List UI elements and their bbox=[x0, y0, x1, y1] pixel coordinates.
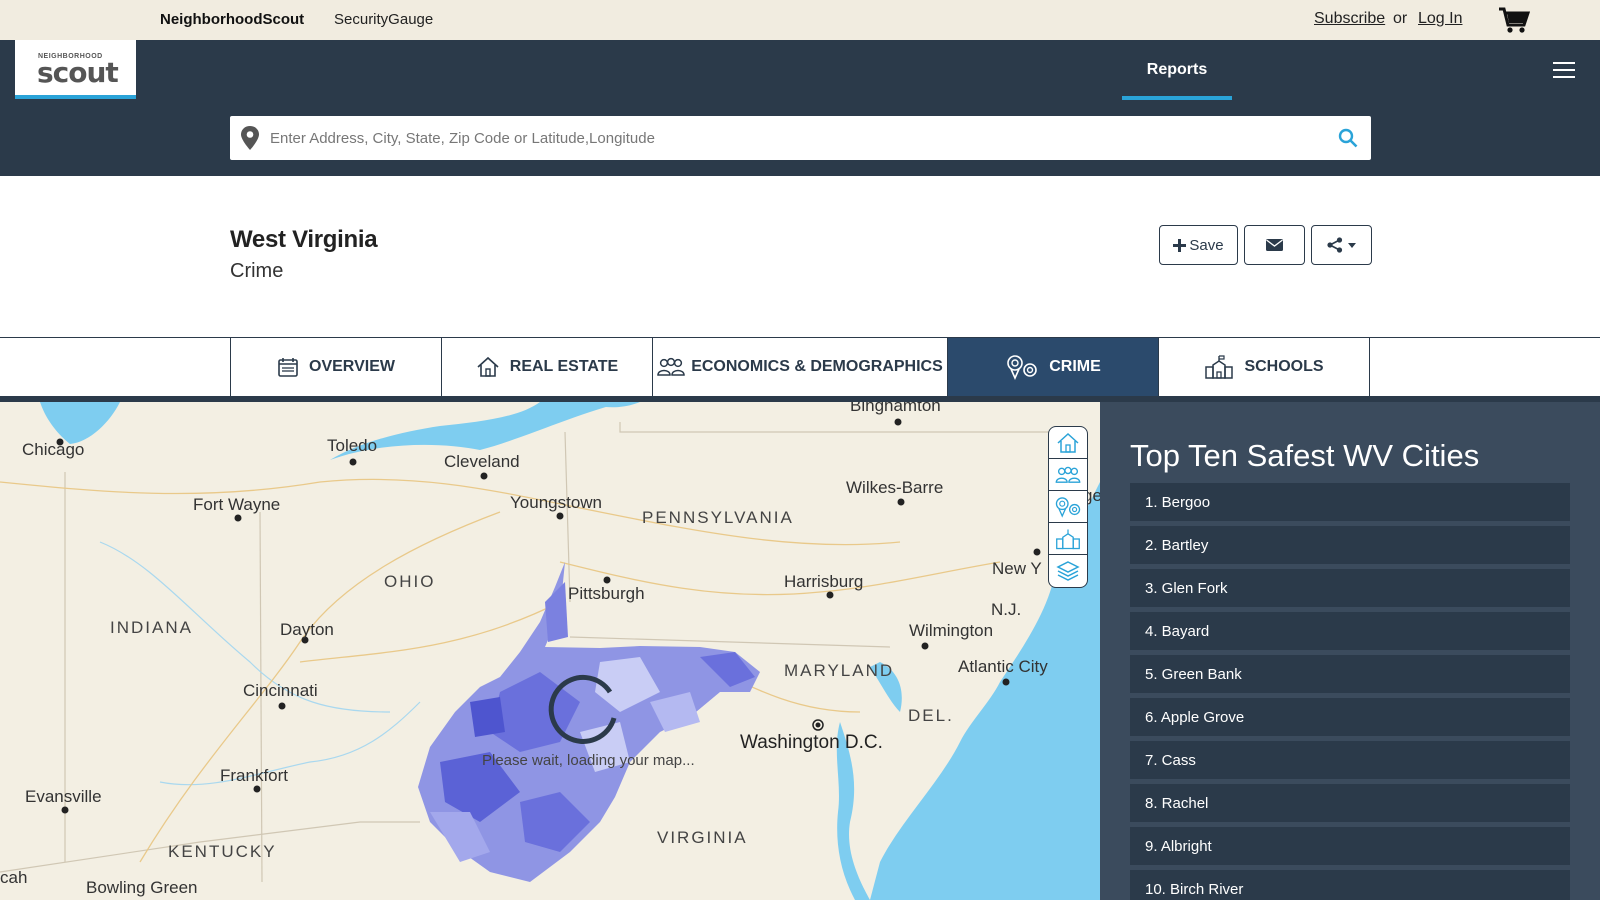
map-label-new-york: New Y bbox=[992, 559, 1042, 578]
safest-city-item[interactable]: 3. Glen Fork bbox=[1130, 569, 1570, 607]
map-layer-tools bbox=[1048, 426, 1088, 588]
map-label-evansville: Evansville bbox=[25, 787, 102, 806]
search-box bbox=[230, 116, 1371, 160]
safest-city-item[interactable]: 9. Albright bbox=[1130, 827, 1570, 865]
share-icon bbox=[1327, 237, 1343, 253]
crime-map[interactable]: Chicago Toledo Cleveland Youngstown Fort… bbox=[0, 402, 1100, 900]
map-label-atlantic-city: Atlantic City bbox=[958, 657, 1048, 676]
tab-economics-label: ECONOMICS & DEMOGRAPHICS bbox=[691, 358, 943, 375]
map-label-indiana: INDIANA bbox=[110, 618, 193, 637]
map-label-cah: cah bbox=[0, 868, 28, 887]
logo-big-text: scout bbox=[37, 56, 119, 89]
people-icon bbox=[1055, 466, 1081, 483]
map-label-maryland: MARYLAND bbox=[784, 661, 895, 680]
safest-cities-panel: Top Ten Safest WV Cities 1. Bergoo 2. Ba… bbox=[1100, 402, 1600, 900]
tab-economics-demographics[interactable]: ECONOMICS & DEMOGRAPHICS bbox=[652, 338, 948, 396]
save-button[interactable]: Save bbox=[1159, 225, 1238, 265]
tab-crime[interactable]: CRIME bbox=[947, 338, 1159, 396]
map-label-virginia: VIRGINIA bbox=[657, 828, 748, 847]
map-tool-demographics[interactable] bbox=[1049, 459, 1087, 491]
map-label-nj: N.J. bbox=[991, 600, 1022, 619]
map-label-del: DEL. bbox=[908, 706, 954, 725]
top-utility-bar: NeighborhoodScout SecurityGauge Subscrib… bbox=[0, 0, 1600, 40]
school-icon bbox=[1056, 528, 1080, 549]
map-label-fort-wayne: Fort Wayne bbox=[193, 495, 281, 514]
map-label-washington-dc: Washington D.C. bbox=[740, 732, 883, 753]
safest-cities-title: Top Ten Safest WV Cities bbox=[1130, 438, 1480, 473]
map-label-wilmington: Wilmington bbox=[909, 621, 994, 640]
map-base bbox=[0, 402, 1100, 900]
map-label-bowling-green: Bowling Green bbox=[86, 878, 198, 897]
cart-icon[interactable] bbox=[1498, 6, 1530, 34]
safest-city-item[interactable]: 2. Bartley bbox=[1130, 526, 1570, 564]
crime-pins-icon bbox=[1055, 496, 1081, 518]
map-tool-crime[interactable] bbox=[1049, 491, 1087, 523]
map-label-kentucky: KENTUCKY bbox=[168, 842, 277, 861]
location-pin-icon bbox=[241, 126, 259, 150]
safest-city-item[interactable]: 6. Apple Grove bbox=[1130, 698, 1570, 736]
tab-schools-label: SCHOOLS bbox=[1244, 358, 1324, 375]
search-input[interactable] bbox=[270, 116, 1310, 160]
email-button[interactable] bbox=[1244, 225, 1305, 265]
brand-link[interactable]: NeighborhoodScout bbox=[160, 11, 304, 28]
safest-city-item[interactable]: 5. Green Bank bbox=[1130, 655, 1570, 693]
safest-city-item[interactable]: 7. Cass bbox=[1130, 741, 1570, 779]
map-label-pennsylvania: PENNSYLVANIA bbox=[642, 508, 794, 527]
map-label-binghamton: Binghamton bbox=[850, 402, 941, 415]
main-navbar: NEIGHBORHOOD scout Reports bbox=[0, 40, 1600, 100]
hamburger-menu-icon[interactable] bbox=[1553, 62, 1575, 78]
envelope-icon bbox=[1266, 239, 1283, 251]
site-logo[interactable]: NEIGHBORHOOD scout bbox=[15, 40, 136, 99]
map-label-dayton: Dayton bbox=[280, 620, 334, 639]
map-label-chicago: Chicago bbox=[22, 440, 85, 459]
house-icon bbox=[1057, 432, 1079, 453]
or-text: or bbox=[1393, 10, 1408, 27]
map-label-wilkes-barre: Wilkes-Barre bbox=[846, 478, 944, 497]
search-icon[interactable] bbox=[1338, 128, 1358, 148]
search-band bbox=[0, 100, 1600, 176]
tab-crime-label: CRIME bbox=[1049, 358, 1101, 375]
save-label: Save bbox=[1189, 236, 1224, 254]
tab-schools[interactable]: SCHOOLS bbox=[1158, 338, 1370, 396]
tab-overview-label: OVERVIEW bbox=[309, 358, 395, 375]
map-tool-layers[interactable] bbox=[1049, 555, 1087, 587]
map-tool-real-estate[interactable] bbox=[1049, 427, 1087, 459]
school-icon bbox=[1205, 355, 1234, 379]
map-label-harrisburg: Harrisburg bbox=[784, 572, 864, 591]
map-label-frankfort: Frankfort bbox=[220, 766, 289, 785]
safest-city-item[interactable]: 1. Bergoo bbox=[1130, 483, 1570, 521]
calendar-icon bbox=[278, 358, 298, 377]
safest-city-item[interactable]: 4. Bayard bbox=[1130, 612, 1570, 650]
page-heading: West Virginia Crime bbox=[230, 226, 378, 283]
securitygauge-link[interactable]: SecurityGauge bbox=[334, 11, 433, 28]
map-label-toledo: Toledo bbox=[327, 436, 378, 455]
tab-real-estate-label: REAL ESTATE bbox=[509, 358, 619, 375]
people-icon bbox=[657, 357, 685, 376]
page-subtitle: Crime bbox=[230, 260, 284, 282]
caret-down-icon bbox=[1348, 242, 1356, 248]
plus-icon bbox=[1173, 238, 1187, 252]
safest-cities-list: 1. Bergoo 2. Bartley 3. Glen Fork 4. Bay… bbox=[1130, 483, 1570, 900]
nav-reports[interactable]: Reports bbox=[1122, 40, 1232, 100]
house-icon bbox=[477, 356, 499, 377]
page-title: West Virginia bbox=[230, 226, 378, 253]
map-label-ohio: OHIO bbox=[384, 572, 436, 591]
map-label-cincinnati: Cincinnati bbox=[243, 681, 318, 700]
map-label-pittsburgh: Pittsburgh bbox=[568, 584, 645, 603]
share-button[interactable] bbox=[1311, 225, 1372, 265]
safest-city-item[interactable]: 8. Rachel bbox=[1130, 784, 1570, 822]
layers-icon bbox=[1056, 561, 1080, 581]
subscribe-link[interactable]: Subscribe bbox=[1314, 10, 1385, 28]
safest-city-item[interactable]: 10. Birch River bbox=[1130, 870, 1570, 900]
login-link[interactable]: Log In bbox=[1418, 10, 1462, 28]
crime-pins-icon bbox=[1007, 355, 1038, 380]
tab-real-estate[interactable]: REAL ESTATE bbox=[441, 338, 653, 396]
map-label-youngstown: Youngstown bbox=[510, 493, 603, 512]
map-label-cleveland: Cleveland bbox=[444, 452, 520, 471]
map-tool-schools[interactable] bbox=[1049, 523, 1087, 555]
tab-overview[interactable]: OVERVIEW bbox=[230, 338, 442, 396]
map-loading-text: Please wait, loading your map... bbox=[482, 752, 695, 769]
